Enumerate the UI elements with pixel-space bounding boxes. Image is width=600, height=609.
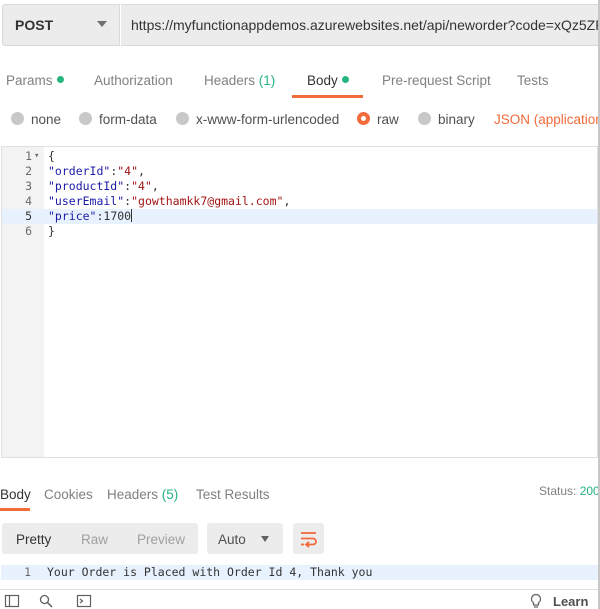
method-label: POST (15, 17, 54, 33)
radio-label: binary (438, 112, 475, 127)
code-text: } (48, 224, 55, 238)
radio-label: x-www-form-urlencoded (196, 112, 340, 127)
editor-line: 6 } (2, 224, 597, 239)
line-number: 4 (25, 194, 32, 208)
tab-authorization[interactable]: Authorization (94, 73, 173, 88)
radio-icon (418, 112, 431, 125)
tab-label: Headers (204, 73, 256, 88)
editor-line: 2 "orderId":"4", (2, 164, 597, 179)
view-preview-button[interactable]: Preview (137, 532, 185, 547)
code-text: "orderId":"4", (48, 164, 145, 178)
code-text: "productId":"4", (48, 179, 159, 193)
url-input[interactable]: https://myfunctionappdemos.azurewebsites… (121, 4, 600, 46)
tab-label: Headers (107, 487, 159, 502)
tab-label: Authorization (94, 73, 173, 88)
radio-none[interactable]: none (11, 112, 61, 127)
radio-raw[interactable]: raw (357, 112, 399, 127)
wrap-lines-icon (301, 532, 317, 548)
line-number: 5 (25, 209, 32, 223)
tab-body[interactable]: Body (307, 73, 349, 88)
radio-label: none (31, 112, 62, 127)
editor-line-active: 5 "price":1700 (2, 209, 597, 224)
tab-label: Test Results (196, 487, 270, 502)
response-tab-test-results[interactable]: Test Results (196, 487, 270, 502)
view-mode-toggle: Pretty Raw Preview (2, 523, 198, 554)
tab-count: (1) (258, 73, 276, 88)
learn-button[interactable]: Learn (553, 594, 588, 609)
lightbulb-icon (530, 593, 542, 608)
tab-label: Params (6, 73, 53, 88)
fold-arrow-icon[interactable]: ▾ (34, 149, 39, 164)
editor-line: 3 "productId":"4", (2, 179, 597, 194)
tab-label: Pre-request Script (382, 73, 491, 88)
radio-urlencoded[interactable]: x-www-form-urlencoded (176, 112, 339, 127)
chevron-down-icon (97, 21, 107, 27)
tab-tests[interactable]: Tests (517, 73, 549, 88)
response-text: Your Order is Placed with Order Id 4, Th… (47, 565, 373, 579)
format-select[interactable]: JSON (application/ (494, 112, 600, 127)
tab-count: (5) (161, 487, 179, 502)
active-tab-indicator (0, 508, 30, 511)
tab-pre-request-script[interactable]: Pre-request Script (382, 73, 491, 88)
request-bar: POST https://myfunctionappdemos.azureweb… (0, 0, 600, 52)
radio-icon (79, 112, 92, 125)
response-tab-headers[interactable]: Headers (5) (107, 487, 178, 502)
view-pretty-button[interactable]: Pretty (16, 532, 51, 547)
tab-params[interactable]: Params (6, 73, 64, 88)
status-dot-icon (341, 76, 349, 83)
radio-selected-icon (357, 112, 370, 125)
code-text: "userEmail":"gowthamkk7@gmail.com", (48, 194, 291, 208)
radio-binary[interactable]: binary (418, 112, 475, 127)
response-tab-cookies[interactable]: Cookies (44, 487, 93, 502)
response-tabs: Body Cookies Headers (5) Test Results St… (0, 476, 600, 512)
request-tabs: Params Authorization Headers (1) Body Pr… (0, 62, 600, 100)
status-code: 200 (579, 484, 600, 498)
sidebar-toggle-icon[interactable] (4, 593, 20, 609)
radio-icon (11, 112, 24, 125)
response-toolbar: Pretty Raw Preview Auto (0, 521, 600, 555)
search-icon[interactable] (38, 593, 54, 609)
radio-label: raw (377, 112, 399, 127)
body-editor[interactable]: 1 ▾ { 2 "orderId":"4", 3 "productId":"4"… (1, 146, 598, 458)
format-label: Auto (218, 532, 246, 547)
editor-line: 1 ▾ { (2, 149, 597, 164)
code-text: { (48, 149, 55, 163)
tab-label: Body (307, 73, 338, 88)
tab-label: Cookies (44, 487, 93, 502)
radio-form-data[interactable]: form-data (79, 112, 157, 127)
status-dot-icon (56, 76, 64, 83)
chevron-down-icon (261, 536, 269, 542)
response-status: Status: 200 (539, 484, 600, 498)
editor-line: 4 "userEmail":"gowthamkk7@gmail.com", (2, 194, 597, 209)
line-number: 6 (25, 224, 32, 238)
console-icon[interactable] (76, 593, 92, 609)
active-tab-indicator (292, 95, 363, 98)
status-bar: Learn (0, 589, 600, 609)
tab-label: Tests (517, 73, 549, 88)
url-text: https://myfunctionappdemos.azurewebsites… (131, 17, 600, 33)
radio-icon (176, 112, 189, 125)
tab-headers[interactable]: Headers (1) (204, 73, 275, 88)
response-format-select[interactable]: Auto (207, 523, 283, 554)
view-raw-button[interactable]: Raw (81, 532, 108, 547)
response-tab-body[interactable]: Body (0, 487, 31, 502)
code-text: "price":1700 (48, 209, 133, 223)
radio-label: form-data (99, 112, 157, 127)
text-cursor (131, 209, 133, 222)
method-select[interactable]: POST (2, 4, 120, 46)
line-number: 2 (25, 164, 32, 178)
line-number: 1 (25, 149, 32, 163)
response-body-line: 1 Your Order is Placed with Order Id 4, … (1, 565, 598, 580)
body-type-options: none form-data x-www-form-urlencoded raw… (0, 104, 600, 136)
wrap-lines-button[interactable] (293, 523, 324, 554)
line-number: 3 (25, 179, 32, 193)
line-number: 1 (24, 565, 31, 579)
status-label: Status: (539, 484, 577, 498)
tab-label: Body (0, 487, 31, 502)
